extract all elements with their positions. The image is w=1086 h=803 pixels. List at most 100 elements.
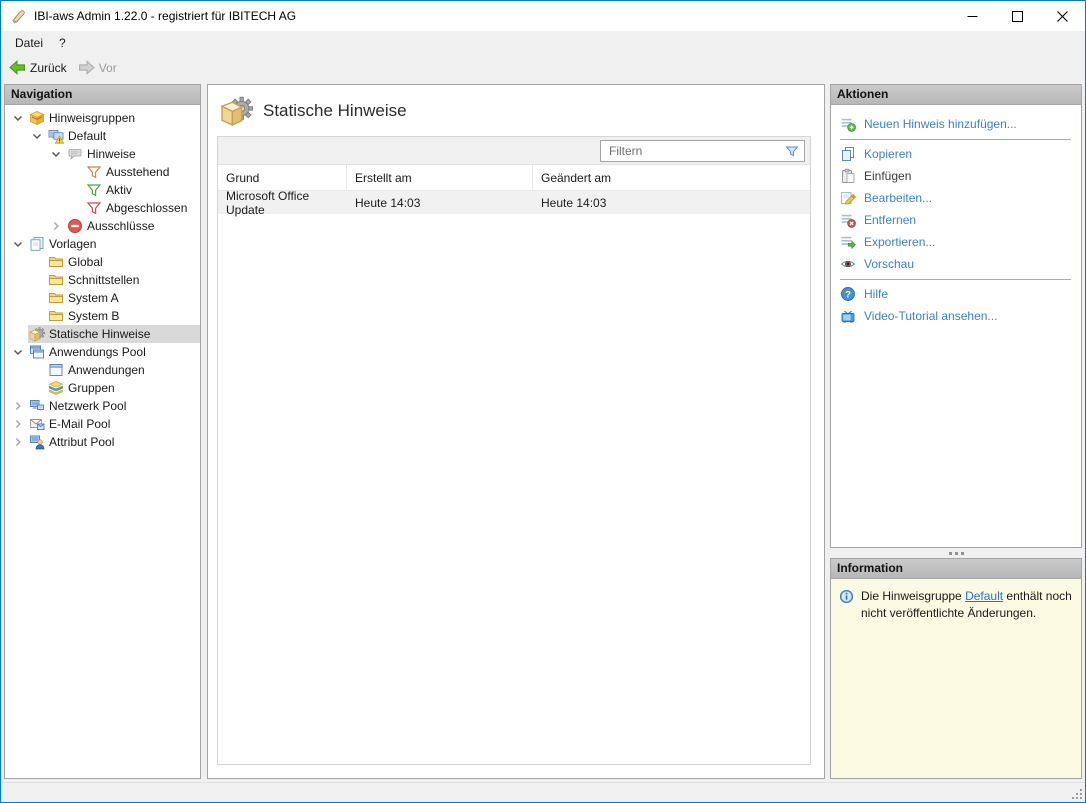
tree-indent-spacer — [29, 290, 45, 306]
tree-item-label: Abgeschlossen — [106, 201, 187, 215]
window-title: IBI-aws Admin 1.22.0 - registriert für I… — [34, 9, 296, 23]
tree-indent-spacer — [67, 200, 83, 216]
chevron-down-icon[interactable] — [10, 110, 26, 126]
title-bar: IBI-aws Admin 1.22.0 - registriert für I… — [1, 1, 1085, 31]
chevron-down-icon[interactable] — [10, 344, 26, 360]
back-arrow-icon — [9, 59, 26, 76]
filter-funnel-icon[interactable] — [784, 143, 800, 159]
tree-item-label: System A — [68, 291, 119, 305]
tree-item-abgeschlossen[interactable]: Abgeschlossen — [5, 199, 200, 217]
tree-item-label: Hinweise — [87, 147, 136, 161]
action-vorschau[interactable]: Vorschau — [840, 253, 1081, 275]
action-hilfe[interactable]: ?Hilfe — [840, 283, 1081, 305]
tree-item-ausstehend[interactable]: Ausstehend — [5, 163, 200, 181]
chevron-right-icon[interactable] — [48, 218, 64, 234]
tree-item-label: Attribut Pool — [49, 435, 114, 449]
tree-item-global[interactable]: Global — [5, 253, 200, 271]
default-group-link[interactable]: Default — [965, 589, 1003, 603]
column-header-erstellt-am[interactable]: Erstellt am — [347, 165, 533, 190]
tree-item-default[interactable]: Default — [5, 127, 200, 145]
tree-indent-spacer — [29, 380, 45, 396]
table-row[interactable]: Microsoft Office UpdateHeute 14:03Heute … — [218, 191, 810, 214]
resize-grip[interactable] — [1070, 787, 1082, 799]
action-bearbeiten[interactable]: Bearbeiten... — [840, 187, 1081, 209]
forward-button[interactable]: Vor — [74, 58, 124, 77]
chevron-right-icon[interactable] — [10, 434, 26, 450]
tree-item-label: Aktiv — [106, 183, 132, 197]
folder-icon — [48, 272, 64, 288]
tree-indent-spacer — [29, 272, 45, 288]
tree-item-label: Statische Hinweise — [49, 327, 150, 341]
action-einf-gen[interactable]: Einfügen — [840, 165, 1081, 187]
action-label: Bearbeiten... — [864, 191, 932, 205]
tree-item-system-b[interactable]: System B — [5, 307, 200, 325]
tree-item-label: Gruppen — [68, 381, 115, 395]
export-arrow-icon — [840, 234, 856, 250]
filter-bar — [218, 137, 810, 165]
panel-splitter[interactable] — [830, 548, 1082, 558]
workspace: Navigation Hinweisgruppen Default Hinweise… — [1, 80, 1085, 782]
information-panel: Information Die Hinweisgruppe Default en… — [830, 558, 1082, 779]
action-neuen-hinweis-hinzuf-gen[interactable]: Neuen Hinweis hinzufügen... — [840, 113, 1081, 135]
tree-item-e-mail-pool[interactable]: E-Mail Pool — [5, 415, 200, 433]
forward-button-label: Vor — [99, 61, 117, 75]
forward-arrow-icon — [78, 59, 95, 76]
tree-item-label: Global — [68, 255, 103, 269]
tree-item-anwendungs-pool[interactable]: Anwendungs Pool — [5, 343, 200, 361]
filter-input[interactable] — [601, 144, 784, 158]
actions-list: Neuen Hinweis hinzufügen... KopierenEinfü… — [831, 105, 1081, 327]
column-header-grund[interactable]: Grund — [218, 165, 347, 190]
tree-item-netzwerk-pool[interactable]: Netzwerk Pool — [5, 397, 200, 415]
action-exportieren[interactable]: Exportieren... — [840, 231, 1081, 253]
copy-icon — [840, 146, 856, 162]
navigation-header: Navigation — [5, 85, 200, 105]
tree-item-anwendungen[interactable]: Anwendungen — [5, 361, 200, 379]
nav-tree: Hinweisgruppen Default Hinweise Ausstehend A… — [5, 105, 200, 451]
table-header-row: GrundErstellt amGeändert am — [218, 165, 810, 191]
action-kopieren[interactable]: Kopieren — [840, 143, 1081, 165]
back-button[interactable]: Zurück — [5, 58, 74, 77]
tree-item-ausschl-sse[interactable]: Ausschlüsse — [5, 217, 200, 235]
app-logo-icon — [10, 8, 27, 25]
menu-item-help[interactable]: ? — [51, 31, 74, 55]
status-bar — [1, 782, 1085, 802]
action-video-tutorial-ansehen[interactable]: Video-Tutorial ansehen... — [840, 305, 1081, 327]
actions-separator — [840, 139, 1071, 140]
tree-item-label: Default — [68, 129, 106, 143]
table-cell: Heute 14:03 — [347, 191, 533, 214]
tree-item-statische-hinweise[interactable]: Statische Hinweise — [5, 325, 200, 343]
column-header-ge-ndert-am[interactable]: Geändert am — [533, 165, 810, 190]
chevron-down-icon[interactable] — [29, 128, 45, 144]
tree-item-label: E-Mail Pool — [49, 417, 110, 431]
main-header: Statische Hinweise — [208, 85, 824, 136]
tree-item-gruppen[interactable]: Gruppen — [5, 379, 200, 397]
tree-item-aktiv[interactable]: Aktiv — [5, 181, 200, 199]
tree-item-system-a[interactable]: System A — [5, 289, 200, 307]
tree-item-hinweisgruppen[interactable]: Hinweisgruppen — [5, 109, 200, 127]
chevron-down-icon[interactable] — [48, 146, 64, 162]
tree-item-schnittstellen[interactable]: Schnittstellen — [5, 271, 200, 289]
tree-item-label: Ausstehend — [106, 165, 169, 179]
tree-item-hinweise[interactable]: Hinweise — [5, 145, 200, 163]
tree-item-attribut-pool[interactable]: Attribut Pool — [5, 433, 200, 451]
funnel-orange-icon — [86, 164, 102, 180]
tree-item-vorlagen[interactable]: Vorlagen — [5, 235, 200, 253]
tree-indent-spacer — [10, 326, 26, 342]
menu-item-datei[interactable]: Datei — [7, 31, 51, 55]
minimize-button[interactable] — [950, 1, 995, 31]
chevron-right-icon[interactable] — [10, 416, 26, 432]
funnel-green-icon — [86, 182, 102, 198]
box-gear-icon — [29, 326, 45, 342]
action-entfernen[interactable]: Entfernen — [840, 209, 1081, 231]
pages-icon — [29, 236, 45, 252]
help-circle-icon: ? — [840, 286, 856, 302]
chevron-right-icon[interactable] — [10, 398, 26, 414]
chevron-down-icon[interactable] — [10, 236, 26, 252]
user-monitor-icon — [29, 434, 45, 450]
right-column: Aktionen Neuen Hinweis hinzufügen...Kopi… — [830, 84, 1082, 779]
app-window: IBI-aws Admin 1.22.0 - registriert für I… — [0, 0, 1086, 803]
filter-input-wrap — [600, 140, 805, 162]
back-button-label: Zurück — [30, 61, 67, 75]
maximize-button[interactable] — [995, 1, 1040, 31]
close-button[interactable] — [1040, 1, 1085, 31]
